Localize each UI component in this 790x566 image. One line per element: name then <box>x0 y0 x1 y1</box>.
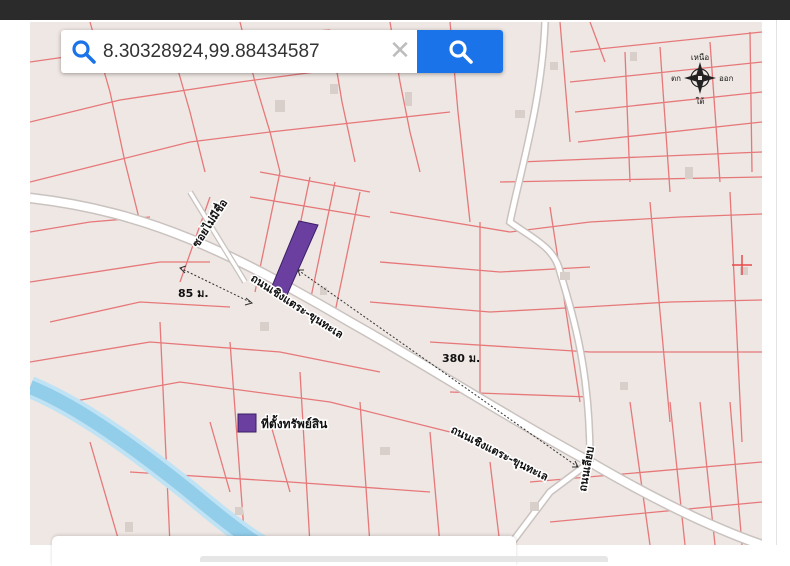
compass-east: ออก <box>719 74 734 83</box>
distance-label-short: 85 ม. <box>178 287 209 300</box>
map-view[interactable]: ถนนเชิงแตระ-ขุนทะเล ถนนเชิงแตระ-ขุนทะเล … <box>30 22 762 545</box>
compass-west: ตก <box>671 74 681 83</box>
search-bar: ✕ <box>61 30 503 73</box>
search-icon <box>71 39 97 65</box>
frame-divider <box>776 20 777 562</box>
distance-label-long: 380 ม. <box>442 352 480 365</box>
search-input[interactable] <box>103 38 383 66</box>
cadastral-map[interactable]: ถนนเชิงแตระ-ขุนทะเล ถนนเชิงแตระ-ขุนทะเล … <box>30 22 762 545</box>
bottom-panel-handle[interactable] <box>200 556 608 562</box>
legend-swatch <box>237 413 257 433</box>
window-top-bar <box>0 0 790 20</box>
crosshair-icon <box>732 255 752 275</box>
compass-icon: เหนือ ใต้ ตก ออก <box>671 53 734 106</box>
canal <box>30 376 266 545</box>
building-footprints <box>125 52 748 532</box>
map-legend: ที่ตั้งทรัพย์สิน <box>237 413 330 433</box>
legend-label: ที่ตั้งทรัพย์สิน <box>261 414 328 431</box>
clear-search-button[interactable]: ✕ <box>387 38 413 64</box>
search-button[interactable] <box>417 30 503 73</box>
search-button-icon <box>449 40 473 64</box>
compass-north: เหนือ <box>691 53 709 62</box>
compass-south: ใต้ <box>695 97 704 106</box>
frame-left-margin <box>0 20 30 562</box>
